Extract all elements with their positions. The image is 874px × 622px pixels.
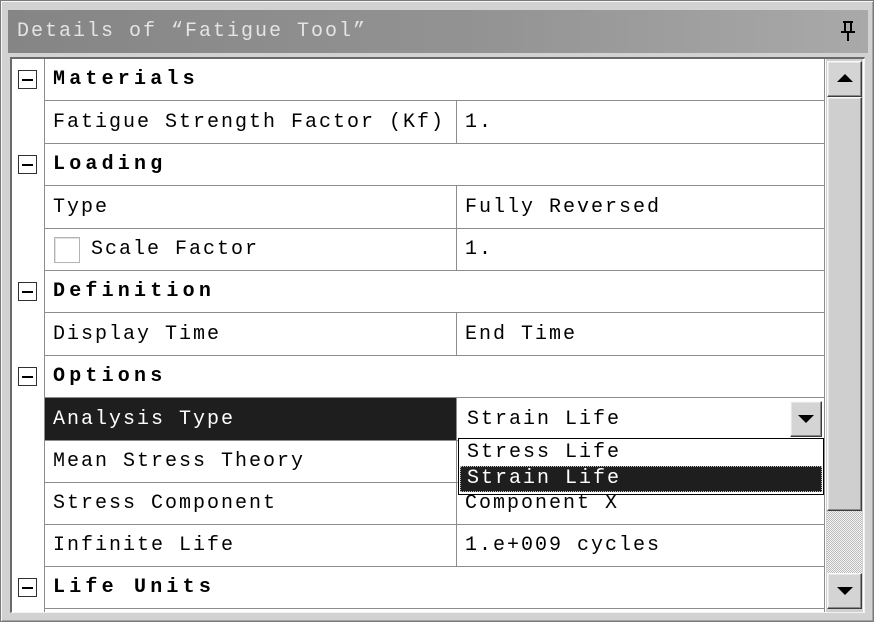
analysis-type-select[interactable]: Strain Life	[457, 398, 824, 440]
property-name: Type	[53, 195, 110, 219]
group-header-loading[interactable]: Loading	[45, 144, 824, 186]
scroll-up-button[interactable]	[827, 61, 862, 97]
property-name-cell: Mean Stress Theory	[45, 441, 457, 482]
property-row-scale-factor[interactable]: Scale Factor 1.	[45, 229, 824, 271]
property-name-cell: Fatigue Strength Factor (Kf)	[45, 101, 457, 143]
property-name: Scale Factor	[91, 238, 260, 261]
minus-icon	[22, 164, 33, 166]
property-name: Fatigue Strength Factor (Kf)	[53, 110, 446, 134]
minus-icon	[22, 79, 33, 81]
property-name-cell: Stress Component	[45, 483, 457, 524]
up-arrow-icon	[836, 74, 853, 82]
title-bar[interactable]: Details of “Fatigue Tool”	[8, 10, 868, 53]
collapse-loading-button[interactable]	[18, 155, 37, 174]
property-row-analysis-type[interactable]: Analysis Type Strain Life	[45, 398, 824, 441]
details-grid: Materials Fatigue Strength Factor (Kf) 1…	[10, 57, 865, 613]
scroll-down-button[interactable]	[827, 573, 862, 609]
selected-value: Strain Life	[467, 407, 622, 431]
group-label: Materials	[53, 68, 199, 91]
property-value: 1.	[465, 110, 494, 134]
property-value: End Time	[465, 322, 578, 346]
analysis-type-dropdown-list: Stress Life Strain Life	[458, 438, 824, 495]
expander-column	[12, 59, 45, 612]
group-label: Definition	[53, 280, 216, 303]
property-name: Analysis Type	[53, 407, 236, 431]
group-label: Loading	[53, 153, 167, 176]
vertical-scrollbar[interactable]	[826, 59, 863, 612]
group-header-materials[interactable]: Materials	[45, 59, 824, 101]
pin-icon[interactable]	[840, 20, 856, 42]
property-name: Stress Component	[53, 492, 278, 515]
group-label: Life Units	[53, 576, 216, 599]
property-name-cell-selected: Analysis Type	[45, 398, 457, 440]
property-name-cell: Infinite Life	[45, 525, 457, 566]
dropdown-arrow-button[interactable]	[790, 401, 822, 437]
chevron-down-icon	[798, 415, 814, 423]
property-value-cell[interactable]: End Time	[457, 313, 824, 355]
collapse-options-button[interactable]	[18, 367, 37, 386]
grid-right-edge	[824, 59, 825, 612]
property-name: Mean Stress Theory	[53, 450, 306, 473]
details-window: Details of “Fatigue Tool” Materials Fati…	[0, 0, 874, 622]
property-row-display-time[interactable]: Display Time End Time	[45, 313, 824, 356]
property-row-type[interactable]: Type Fully Reversed	[45, 186, 824, 229]
group-header-life-units[interactable]: Life Units	[45, 567, 824, 609]
property-name-cell: Type	[45, 186, 457, 228]
scale-factor-checkbox[interactable]	[54, 236, 80, 263]
property-value-cell[interactable]: Fully Reversed	[457, 186, 824, 228]
group-label: Options	[53, 365, 167, 388]
property-name-cell: Display Time	[45, 313, 457, 355]
collapse-materials-button[interactable]	[18, 70, 37, 89]
property-name: Display Time	[53, 322, 222, 346]
property-name-cell: Scale Factor	[45, 229, 457, 270]
collapse-definition-button[interactable]	[18, 282, 37, 301]
group-header-options[interactable]: Options	[45, 356, 824, 398]
down-arrow-icon	[836, 587, 853, 595]
dropdown-option-stress-life[interactable]: Stress Life	[460, 440, 822, 466]
minus-icon	[22, 587, 33, 589]
property-value: 1.e+009 cycles	[465, 534, 662, 557]
minus-icon	[22, 291, 33, 293]
minus-icon	[22, 376, 33, 378]
property-name: Infinite Life	[53, 534, 236, 557]
property-value: 1.	[465, 238, 494, 261]
collapse-life-units-button[interactable]	[18, 578, 37, 597]
property-row-infinite-life[interactable]: Infinite Life 1.e+009 cycles	[45, 525, 824, 567]
scroll-track[interactable]	[827, 97, 862, 573]
window-title: Details of “Fatigue Tool”	[17, 20, 368, 43]
property-value-cell[interactable]: 1.e+009 cycles	[457, 525, 824, 566]
group-header-definition[interactable]: Definition	[45, 271, 824, 313]
property-value: Fully Reversed	[465, 195, 662, 219]
scroll-thumb[interactable]	[827, 97, 862, 511]
property-row-fatigue-strength-factor[interactable]: Fatigue Strength Factor (Kf) 1.	[45, 101, 824, 144]
property-value: Component X	[465, 492, 620, 515]
property-value-cell[interactable]: 1.	[457, 229, 824, 270]
property-value-cell[interactable]: 1.	[457, 101, 824, 143]
dropdown-option-strain-life-highlighted[interactable]: Strain Life	[460, 466, 822, 492]
